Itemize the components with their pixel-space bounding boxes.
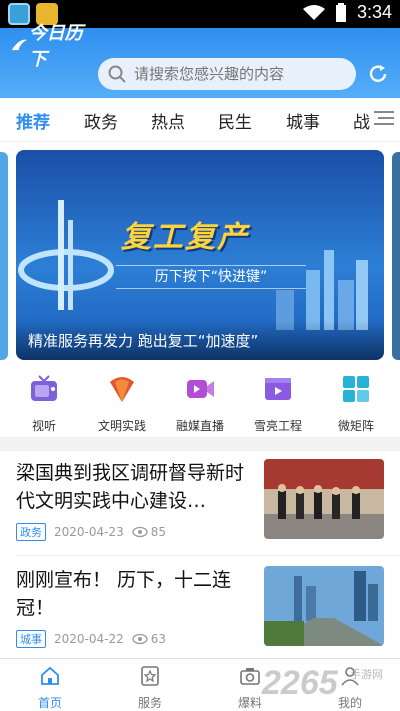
menu-icon[interactable]	[374, 110, 394, 126]
bottom-nav: 首页 服务 爆料 我的	[0, 658, 400, 710]
news-item[interactable]: 刚刚宣布！ 历下，十二连冠！ 城事 2020-04-22 63	[0, 558, 400, 658]
search-bar[interactable]	[98, 58, 356, 90]
quick-link-label: 视听	[31, 419, 56, 433]
app-logo[interactable]: 今日历下	[10, 23, 90, 69]
logo-text: 今日历下	[28, 23, 83, 69]
channel-tabs: 推荐 政务 热点 民生 城事 战	[0, 98, 400, 142]
home-icon	[41, 666, 59, 685]
news-thumbnail[interactable]	[264, 459, 384, 539]
city-photo-graphic	[264, 566, 384, 646]
news-meta: 城事 2020-04-22 63	[16, 630, 166, 648]
battery-icon	[335, 2, 346, 22]
film-icon	[265, 378, 291, 400]
tv-icon	[31, 375, 57, 401]
quick-link-label: 雪亮工程	[253, 419, 302, 433]
eye-icon	[132, 633, 148, 645]
people-photo-graphic	[264, 459, 384, 539]
tab-city[interactable]: 城事	[286, 108, 320, 133]
category-tag: 城事	[16, 630, 46, 648]
nav-label: 服务	[137, 696, 162, 710]
banner-next-peek[interactable]	[392, 152, 400, 360]
section-divider	[0, 437, 400, 451]
quick-link-label: 融媒直播	[175, 419, 224, 433]
watermark-sub: 手游网	[350, 668, 383, 681]
search-input[interactable]	[134, 65, 344, 83]
view-count: 85	[150, 525, 167, 539]
tab-partial[interactable]: 战	[353, 108, 370, 133]
news-date: 2020-04-22	[54, 632, 124, 646]
view-count: 63	[150, 632, 167, 646]
quick-links: 视听 文明实践 融媒直播 雪亮工程 微矩阵	[0, 370, 400, 438]
quick-link-live[interactable]: 融媒直播	[165, 374, 235, 434]
banner-carousel[interactable]: 复工复产 历下按下“快进键” 精准服务再发力 跑出复工“加速度”	[16, 150, 384, 360]
news-meta: 政务 2020-04-23 85	[16, 523, 166, 541]
refresh-icon[interactable]	[366, 62, 390, 86]
wifi-icon	[302, 4, 325, 20]
category-tag: 政务	[16, 523, 46, 541]
news-title[interactable]: 梁国典到我区调研督导新时代文明实践中心建设…	[16, 459, 251, 515]
quick-link-audiovisual[interactable]: 视听	[9, 374, 79, 434]
clock: 3:34	[356, 2, 392, 22]
row-separator	[16, 555, 400, 556]
news-title[interactable]: 刚刚宣布！ 历下，十二连冠！	[16, 566, 251, 622]
search-icon	[108, 65, 126, 83]
eye-icon	[132, 526, 148, 538]
camera-icon	[240, 668, 260, 685]
news-thumbnail[interactable]	[264, 566, 384, 646]
news-item[interactable]: 梁国典到我区调研督导新时代文明实践中心建设… 政务 2020-04-23 85	[0, 451, 400, 551]
nav-home[interactable]: 首页	[20, 665, 80, 711]
logo-mark-icon	[11, 39, 28, 51]
tab-livelihood[interactable]: 民生	[218, 108, 252, 133]
quick-link-label: 微矩阵	[337, 419, 374, 433]
tab-government[interactable]: 政务	[84, 108, 118, 133]
news-date: 2020-04-23	[54, 525, 124, 539]
fan-icon	[110, 377, 134, 402]
nav-service[interactable]: 服务	[120, 665, 180, 711]
quick-link-civilization[interactable]: 文明实践	[87, 374, 157, 434]
tab-recommend[interactable]: 推荐	[16, 108, 50, 133]
watermark-logo: 2265	[262, 664, 338, 702]
quick-link-matrix[interactable]: 微矩阵	[321, 374, 391, 434]
quick-link-label: 文明实践	[97, 419, 146, 433]
banner-subline: 历下按下“快进键”	[116, 265, 306, 289]
tab-hot[interactable]: 热点	[151, 108, 185, 133]
banner-headline: 复工复产	[121, 220, 249, 255]
banner-prev-peek[interactable]	[0, 152, 8, 360]
video-icon	[187, 380, 214, 398]
star-doc-icon	[141, 666, 159, 686]
nav-label: 首页	[37, 696, 62, 710]
banner-caption: 精准服务再发力 跑出复工“加速度”	[16, 320, 384, 360]
grid-icon	[343, 376, 369, 402]
quick-link-xueliang[interactable]: 雪亮工程	[243, 374, 313, 434]
notification-app-icon	[8, 3, 30, 25]
